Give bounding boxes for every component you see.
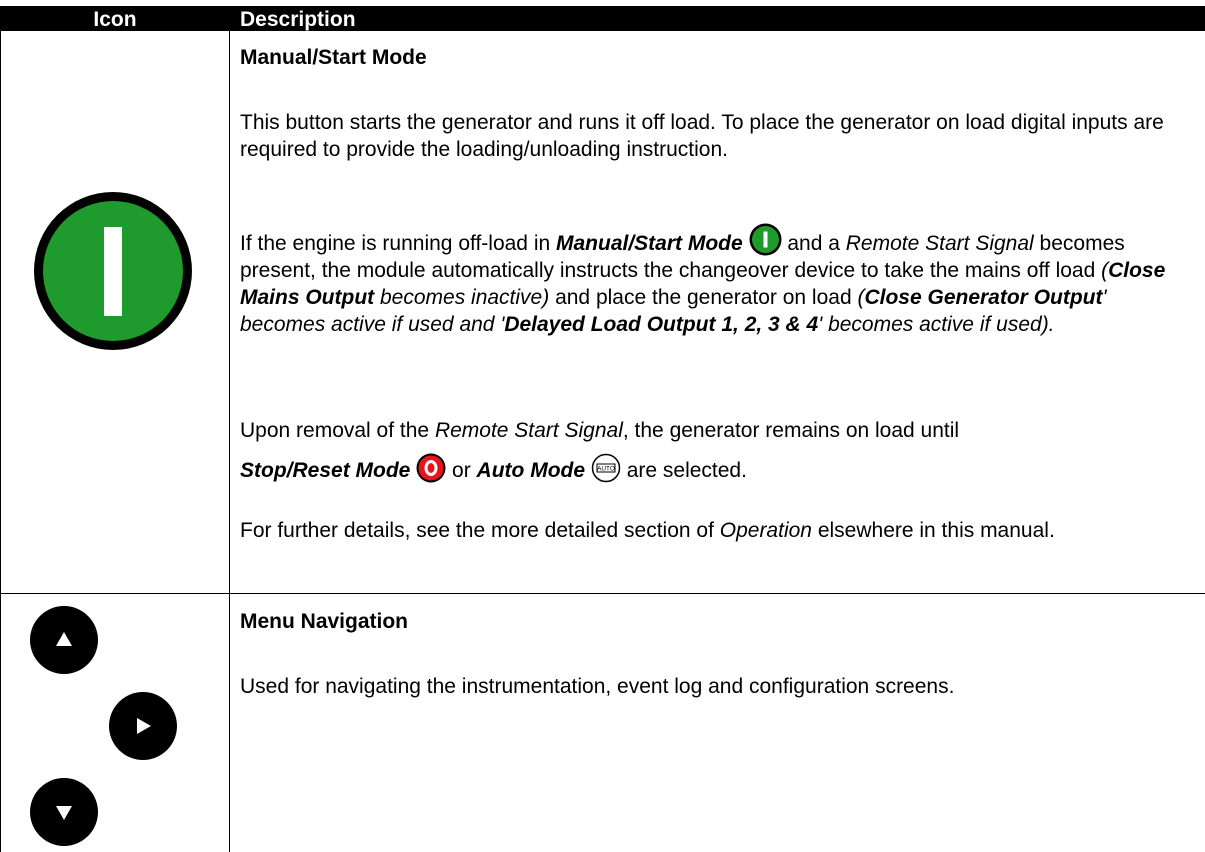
table-header: Icon Description: [0, 6, 1205, 31]
stop-reset-mode-ref: Stop/Reset Mode: [240, 459, 411, 482]
manual-start-para-3: Upon removal of the Remote Start Signal,…: [240, 419, 960, 483]
row-divider: [0, 593, 1205, 594]
manual-start-button-icon: [34, 192, 192, 350]
menu-navigation-para-1: Used for navigating the instrumentation,…: [240, 675, 955, 698]
table-left-border: [0, 31, 1, 852]
manual-start-para-1: This button starts the generator and run…: [240, 111, 1164, 161]
manual-start-title: Manual/Start Mode: [240, 46, 427, 69]
manual-start-para-4: For further details, see the more detail…: [240, 519, 1055, 542]
column-divider: [229, 31, 230, 852]
auto-glyph: AUTO: [597, 466, 615, 473]
auto-mode-ref: Auto Mode: [476, 459, 586, 482]
scroll-up-button-icon: [30, 606, 98, 674]
description-column-header: Description: [240, 8, 356, 31]
page-right-button-icon: [109, 692, 177, 760]
menu-navigation-title: Menu Navigation: [240, 610, 409, 633]
icon-column-header: Icon: [93, 8, 137, 31]
manual-start-para-2: If the engine is running off-load in Man…: [240, 223, 1190, 338]
auto-mode-icon: AUTO: [591, 453, 621, 483]
manual-start-icon: [749, 223, 782, 256]
stop-reset-icon: [416, 453, 446, 483]
scroll-down-button-icon: [30, 778, 98, 846]
manual-start-mode-ref: Manual/Start Mode: [556, 232, 743, 255]
